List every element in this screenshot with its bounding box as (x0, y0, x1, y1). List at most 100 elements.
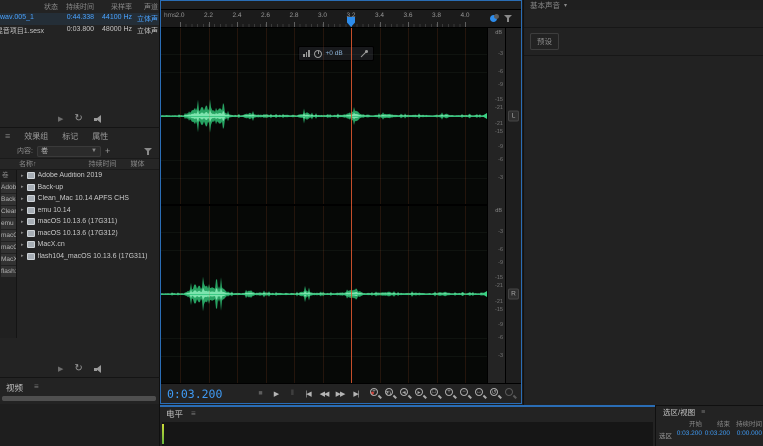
autoplay-icon[interactable]: ▶ (58, 115, 63, 123)
vertical-scrollbar[interactable]: LR (505, 28, 521, 383)
filter-icon[interactable] (144, 147, 153, 156)
browser-column-headers: 名称↑ 持续时间 媒体 (0, 158, 159, 170)
files-col-channels: 声道 (144, 4, 158, 11)
waveform-display[interactable]: +0 dB (161, 28, 487, 383)
video-preview-area (0, 404, 159, 446)
drive-icon (26, 195, 35, 203)
disclosure-icon[interactable]: ▸ (21, 230, 24, 236)
disclosure-icon[interactable]: ▸ (21, 207, 24, 213)
autoplay-icon[interactable]: ▶ (58, 365, 63, 373)
pause-button[interactable]: ‖ (285, 387, 299, 401)
db-tick-label: -3 (498, 50, 503, 57)
timeline-ruler[interactable]: hms 2.0 2.2 2.4 2.6 2.8 3.0 3.2 3.4 3.6 3.8 4.0 (161, 10, 521, 28)
panel-menu-icon[interactable]: ≡ (701, 409, 705, 416)
file-row[interactable]: 未命名混音项目1.sesx0:03.80048000 Hz立体声 (0, 25, 159, 37)
ruler-tick (294, 22, 295, 27)
channel-button-L[interactable]: L (508, 110, 519, 122)
db-unit-label: dB (495, 208, 502, 214)
grid-line (161, 232, 487, 233)
selection-column-headers: 开始 结束 持续时间 (689, 421, 762, 428)
loop-icon[interactable]: ↻ (74, 364, 82, 374)
grid-line (161, 178, 487, 179)
ruler-tick-label: 2.2 (203, 12, 214, 19)
db-tick-label: -21 (495, 120, 503, 127)
rewind-button[interactable]: ◀◀ (317, 387, 331, 401)
tab-essential-sound[interactable]: 基本声音 (530, 0, 560, 11)
drive-item[interactable]: macOS 1 (1, 242, 16, 253)
speaker-icon[interactable] (93, 365, 104, 374)
tree-item[interactable]: ▸ macOS 10.13.6 (17G311) (17, 216, 159, 228)
skip-to-start-button[interactable]: |◀ (301, 387, 315, 401)
ruler-tick-label: 3.6 (403, 12, 413, 19)
drive-item[interactable]: Back-up (1, 194, 16, 205)
pan-button[interactable]: ↔ (474, 387, 487, 400)
selection-end-value[interactable]: 0:03.200 (702, 430, 730, 440)
tab-video[interactable]: 视频 (6, 382, 23, 394)
ruler-tick (237, 22, 238, 27)
ruler-tick (436, 22, 438, 27)
disclosure-icon[interactable]: ▸ (21, 184, 24, 190)
tree-item[interactable]: ▸ emu 10.14 (17, 205, 159, 217)
add-shortcut-icon[interactable]: + (105, 146, 110, 156)
zoom-in-amplitude-button[interactable]: + (444, 387, 457, 400)
selection-start-value[interactable]: 0:03.200 (672, 430, 702, 440)
channel-button-R[interactable]: R (508, 288, 519, 300)
disclosure-icon[interactable]: ▸ (21, 219, 24, 225)
drive-icon (26, 241, 35, 249)
drive-item[interactable]: Adobe A (1, 182, 16, 193)
grid-line (161, 250, 487, 251)
selection-duration-value[interactable]: 0:00.000 (730, 430, 762, 440)
preset-button[interactable]: 预设 (530, 33, 559, 50)
zoom-at-out-point-button[interactable]: ▸ (414, 387, 427, 400)
zoom-out-time-button[interactable]: − (384, 387, 397, 400)
drive-item[interactable]: emu 10.1 (1, 218, 16, 229)
tree-item[interactable]: ▸ flash104_macOS 10.13.6 (17G311) (17, 251, 159, 263)
tree-item[interactable]: ▸ Clean_Mac 10.14 APFS CHS (17, 193, 159, 205)
tab-effects-rack[interactable]: 效果组 (24, 131, 48, 142)
tree-item[interactable]: ▸ macOS 10.13.6 (17G312) (17, 228, 159, 240)
disclosure-icon[interactable]: ▸ (21, 253, 24, 259)
loop-icon[interactable]: ↻ (74, 114, 82, 124)
play-button[interactable]: ▶ (269, 387, 283, 401)
drive-item[interactable]: Clean_M (1, 206, 16, 217)
drive-item[interactable]: MacX.cn (1, 254, 16, 265)
media-browser-panel: ≡ 效果组 标记 属性 内容: 卷 ▼ + 名称↑ 持续时间 媒体 卷Adobe… (0, 127, 160, 377)
drive-item[interactable]: macOS 1 (1, 230, 16, 241)
tab-markers[interactable]: 标记 (62, 131, 78, 142)
reset-zoom-button[interactable]: ↺ (489, 387, 502, 400)
playhead-line[interactable] (351, 28, 352, 383)
file-row[interactable]: 1_005.wav 0:44.338 44100 Hz 立体声 (0, 13, 159, 25)
chevron-down-icon: ▾ (564, 2, 568, 9)
grid-line (161, 356, 487, 357)
zoom-out-amplitude-button[interactable]: − (459, 387, 472, 400)
panel-menu-icon[interactable]: ≡ (191, 409, 196, 418)
essential-sound-panel: 基本声音 ▾ 预设 (523, 0, 763, 405)
settings-knob-icon[interactable] (494, 14, 499, 19)
tree-item[interactable]: ▸ Back-up (17, 182, 159, 194)
disclosure-icon[interactable]: ▸ (21, 242, 24, 248)
skip-to-end-button[interactable]: ▶| (349, 387, 363, 401)
drive-item[interactable]: flash10 (1, 266, 16, 277)
speaker-icon[interactable] (93, 115, 104, 124)
fast-forward-button[interactable]: ▶▶ (333, 387, 347, 401)
filter-icon[interactable] (504, 14, 513, 23)
tree-item[interactable]: ▸ MacX.cn (17, 239, 159, 251)
disclosure-icon[interactable]: ▸ (21, 196, 24, 202)
db-tick-label: -6 (498, 335, 503, 342)
tab-properties[interactable]: 属性 (92, 131, 108, 142)
editor-top-strip (161, 1, 521, 10)
zoom-to-selection-button[interactable]: □ (429, 387, 442, 400)
zoom-at-in-point-button[interactable]: ◂ (399, 387, 412, 400)
amplitude-ruler[interactable]: dB -3 -3 -6 -6 -9 -9 -15 -15 -21 -21 dB -3 -3 -6 -6 -9 -9… (487, 14, 505, 383)
disclosure-icon[interactable]: ▸ (21, 173, 24, 179)
tree-item[interactable]: ▸ Adobe Audition 2019 (17, 170, 159, 182)
zoom-full-button[interactable] (504, 387, 517, 400)
panel-menu-icon[interactable]: ≡ (5, 131, 10, 141)
current-time-display[interactable]: 0:03.200 (167, 387, 222, 401)
stop-button[interactable]: ■ (253, 387, 267, 401)
contents-dropdown[interactable]: 卷 ▼ (36, 145, 101, 157)
zoom-in-time-button[interactable]: + (369, 387, 382, 400)
ruler-tick-label: 4.0 (460, 12, 470, 19)
panel-menu-icon[interactable]: ≡ (34, 382, 39, 391)
horizontal-scrollbar[interactable] (2, 396, 156, 401)
